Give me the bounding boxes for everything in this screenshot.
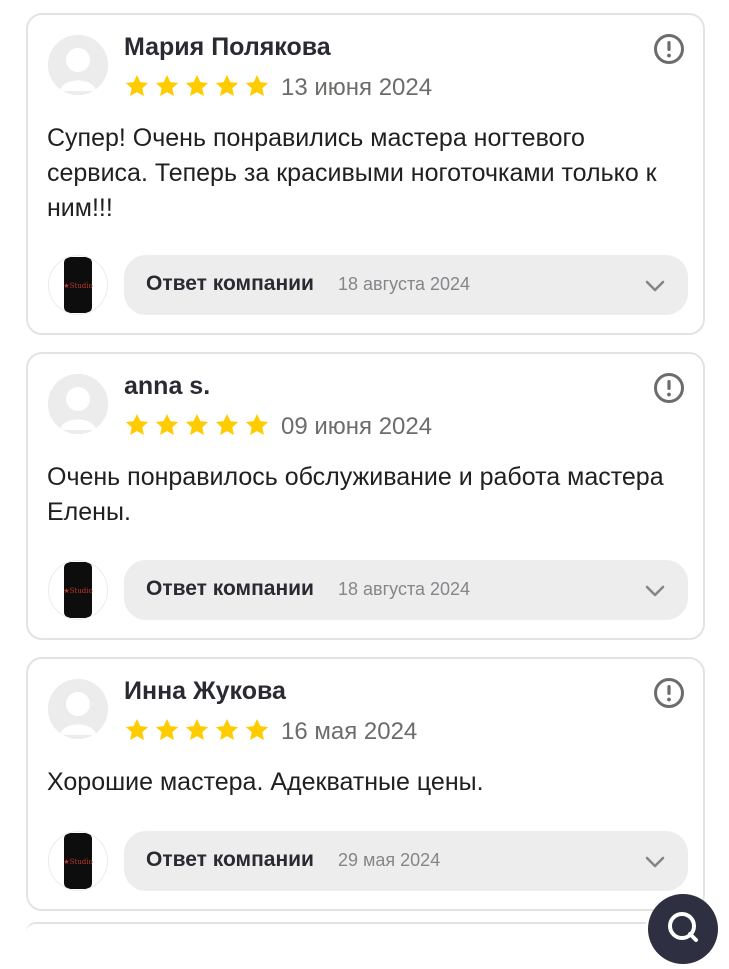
report-icon[interactable]: [653, 372, 685, 404]
reply-date: 18 августа 2024: [338, 579, 471, 599]
search-chat-icon: [668, 912, 698, 942]
star-icon: [215, 718, 239, 740]
chevron-down-icon: [645, 856, 665, 868]
star-icon: [245, 413, 269, 435]
review-card: Мария Полякова 13 июня 2024 Супер! Очень…: [26, 13, 705, 335]
star-icon: [155, 74, 179, 96]
review-author[interactable]: Мария Полякова: [124, 33, 331, 62]
report-icon[interactable]: [653, 33, 685, 65]
chevron-down-icon: [645, 280, 665, 292]
rating-stars: [124, 412, 270, 438]
review-author[interactable]: anna s.: [124, 372, 210, 401]
user-avatar-icon: [48, 679, 108, 739]
report-icon[interactable]: [653, 677, 685, 709]
next-card-edge: [26, 922, 646, 932]
search-chat-button[interactable]: [648, 894, 718, 964]
review-date: 09 июня 2024: [281, 413, 433, 440]
review-text: Супер! Очень понравились мастера ногтево…: [47, 124, 657, 222]
company-logo-icon: ★Studio: [48, 255, 108, 315]
star-icon: [155, 718, 179, 740]
company-logo-icon: ★Studio: [48, 560, 108, 620]
star-icon: [185, 74, 209, 96]
star-icon: [215, 413, 239, 435]
review-text: Очень понравилось обслуживание и работа …: [47, 463, 664, 526]
company-reply-toggle[interactable]: Ответ компании 18 августа 2024: [124, 255, 688, 315]
reply-date: 18 августа 2024: [338, 274, 471, 294]
reply-label: Ответ компании: [146, 272, 314, 295]
star-icon: [125, 74, 149, 96]
chevron-down-icon: [645, 585, 665, 597]
reply-date: 29 мая 2024: [338, 850, 441, 870]
rating-stars: [124, 73, 270, 99]
star-icon: [185, 718, 209, 740]
star-icon: [125, 718, 149, 740]
svg-text:★Studio: ★Studio: [63, 587, 92, 595]
star-icon: [245, 74, 269, 96]
star-icon: [155, 413, 179, 435]
company-reply-toggle[interactable]: Ответ компании 29 мая 2024: [124, 831, 688, 891]
company-reply-toggle[interactable]: Ответ компании 18 августа 2024: [124, 560, 688, 620]
star-icon: [185, 413, 209, 435]
reply-label: Ответ компании: [146, 848, 314, 871]
star-icon: [245, 718, 269, 740]
rating-stars: [124, 717, 270, 743]
star-icon: [215, 74, 239, 96]
user-avatar-icon: [48, 35, 108, 95]
company-logo-icon: ★Studio: [48, 831, 108, 891]
review-author[interactable]: Инна Жукова: [124, 677, 286, 706]
svg-text:★Studio: ★Studio: [63, 282, 92, 290]
review-card: anna s. 09 июня 2024 Очень понравилось о…: [26, 352, 705, 640]
review-date: 13 июня 2024: [281, 74, 433, 101]
review-date: 16 мая 2024: [281, 718, 418, 745]
star-icon: [125, 413, 149, 435]
user-avatar-icon: [48, 374, 108, 434]
reply-label: Ответ компании: [146, 577, 314, 600]
review-text: Хорошие мастера. Адекватные цены.: [47, 768, 484, 796]
svg-text:★Studio: ★Studio: [63, 858, 92, 866]
review-card: Инна Жукова 16 мая 2024 Хорошие мастера.…: [26, 657, 705, 911]
